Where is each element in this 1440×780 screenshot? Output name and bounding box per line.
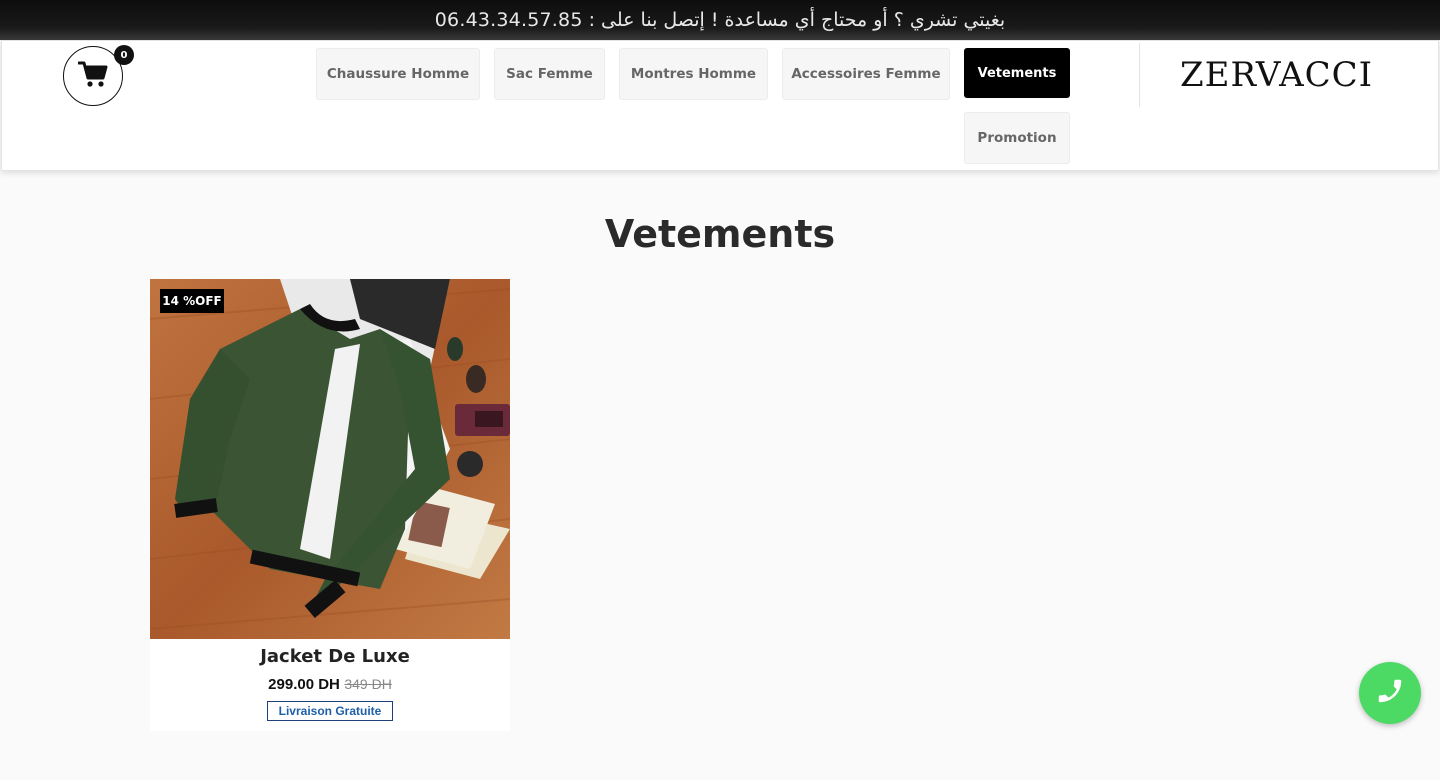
- nav-vetements[interactable]: Vetements: [964, 48, 1070, 98]
- product-old-price: 349 DH: [344, 676, 392, 692]
- nav-accessoires-femme[interactable]: Accessoires Femme: [782, 48, 950, 100]
- nav-chaussure-homme[interactable]: Chaussure Homme: [316, 48, 480, 100]
- site-logo[interactable]: ZERVACCI: [1180, 53, 1400, 97]
- cart-count-badge: 0: [114, 45, 134, 65]
- product-name[interactable]: Jacket De Luxe: [150, 646, 520, 667]
- shopping-cart-icon: [77, 60, 108, 92]
- header-divider: [1139, 43, 1140, 107]
- contact-phone[interactable]: 06.43.34.57.85: [435, 9, 583, 31]
- site-header: 0 Chaussure Homme Sac Femme Montres Homm…: [1, 40, 1439, 171]
- call-button[interactable]: [1359, 662, 1421, 724]
- page-title: Vetements: [604, 212, 836, 256]
- nav-promotion[interactable]: Promotion: [964, 112, 1070, 164]
- product-image[interactable]: 14 %OFF: [150, 279, 510, 639]
- announcement-message: بغيتي تشري ؟ أو محتاج أي مساعدة ! إتصل ب…: [588, 9, 1006, 31]
- phone-icon: [1375, 676, 1405, 710]
- nav-sac-femme[interactable]: Sac Femme: [494, 48, 605, 100]
- discount-badge: 14 %OFF: [160, 289, 224, 313]
- product-price: 299.00 DH: [268, 676, 340, 693]
- product-price-row: 299.00 DH 349 DH: [150, 676, 510, 693]
- free-shipping-label: Livraison Gratuite: [267, 701, 393, 721]
- announcement-bar: 06.43.34.57.85 بغيتي تشري ؟ أو محتاج أي …: [0, 0, 1440, 40]
- product-card[interactable]: 14 %OFF Jacket De Luxe 299.00 DH 349 DH …: [150, 279, 510, 731]
- nav-montres-homme[interactable]: Montres Homme: [619, 48, 768, 100]
